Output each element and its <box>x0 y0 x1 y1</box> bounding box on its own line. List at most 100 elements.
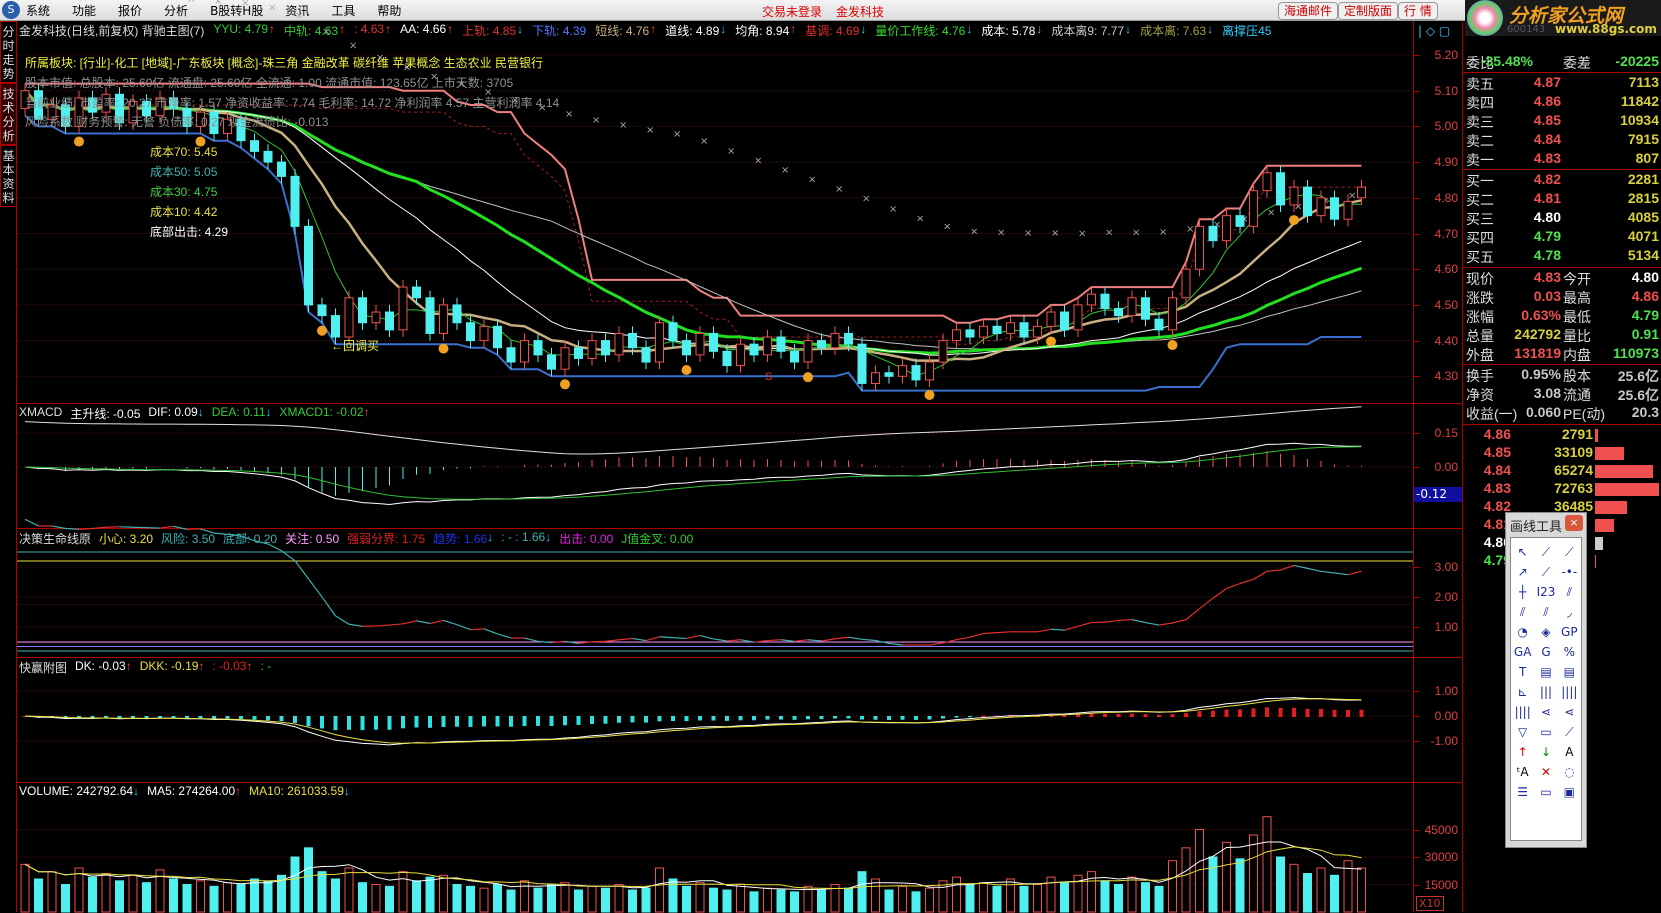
draw-tool-icon[interactable]: G <box>1534 642 1557 662</box>
volume-bar <box>332 879 340 912</box>
draw-tool-icon[interactable]: ▭ <box>1534 722 1557 742</box>
draw-tool-icon[interactable]: ◈ <box>1534 622 1557 642</box>
tab-fundamentals[interactable]: 基本资料 <box>0 145 17 207</box>
draw-tool-icon[interactable]: ⊾ <box>1511 682 1534 702</box>
label: 最高 <box>1563 288 1591 308</box>
decision-line-segment <box>1267 570 1281 571</box>
candle-body <box>629 333 637 347</box>
draw-tool-icon[interactable]: ↗ <box>1511 562 1534 582</box>
draw-tool-icon[interactable]: ▭ <box>1534 782 1557 802</box>
draw-tool-icon[interactable]: ⫽ <box>1534 602 1557 622</box>
menu-help[interactable]: 帮助 <box>377 2 401 19</box>
volume-panel[interactable]: VOLUME: 242792.64↓MA5: 274264.00↑MA10: 2… <box>17 782 1413 912</box>
decision-line-segment <box>889 643 903 645</box>
price: 4.79 <box>1534 228 1561 244</box>
draw-tool-icon[interactable]: ┼ <box>1511 582 1534 602</box>
draw-tool-icon[interactable]: A <box>1558 742 1581 762</box>
volume-chart[interactable] <box>17 783 1413 913</box>
price-volume-row: 4.8533109 <box>1463 444 1661 463</box>
draw-tool-icon[interactable]: ⋖ <box>1558 702 1581 722</box>
draw-tool-icon[interactable]: ▣ <box>1558 782 1581 802</box>
draw-tool-icon[interactable]: ⫽ <box>1558 582 1581 602</box>
draw-tool-icon[interactable]: ▤ <box>1558 662 1581 682</box>
draw-tool-icon[interactable]: ↑ <box>1511 742 1534 762</box>
volume-axis: X10 450003000015000 <box>1413 782 1463 912</box>
decision-line-segment <box>795 640 809 642</box>
volume-share-bar <box>1595 447 1624 460</box>
menu-system[interactable]: 系统 <box>26 2 50 19</box>
drawing-tools-window[interactable]: 画线工具 × ↖⟋⟋↗⟋-•-┼I23⫽⫽⫽◞◔◈GPGAG%T▤▤⊾|||||… <box>1505 512 1587 848</box>
custom-layout-button[interactable]: 定制版面 <box>1338 2 1398 20</box>
xmacd-panel[interactable]: XMACD主升线: -0.05DIF: 0.09↓DEA: 0.11↓XMACD… <box>17 403 1413 528</box>
candle-body <box>440 305 448 334</box>
volume-bar <box>1034 885 1042 913</box>
buy-signal-icon <box>560 379 570 389</box>
kuaiying-chart[interactable] <box>17 658 1413 783</box>
mail-button[interactable]: 海通邮件 <box>1278 2 1338 20</box>
draw-tool-icon[interactable]: ᵗA <box>1511 762 1534 782</box>
draw-tool-icon[interactable]: ▤ <box>1534 662 1557 682</box>
draw-tool-icon[interactable]: ▽ <box>1511 722 1534 742</box>
draw-tool-icon[interactable]: ||| <box>1534 682 1557 702</box>
volume: 2281 <box>1628 171 1659 187</box>
label: 股本 <box>1563 366 1591 386</box>
draw-tool-icon[interactable]: % <box>1558 642 1581 662</box>
kuaiying-bar <box>793 716 797 720</box>
draw-tool-icon[interactable]: I23 <box>1534 582 1557 602</box>
candle-body <box>993 326 1001 333</box>
candle-body <box>372 312 380 323</box>
draw-tool-icon[interactable]: GP <box>1558 622 1581 642</box>
menu-quote[interactable]: 报价 <box>118 2 142 19</box>
sector-info: 所属板块: [行业]-化工 [地域]-广东板块 [概念]-珠三角 金融改革 碳纤… <box>25 54 543 71</box>
draw-tool-icon[interactable]: ⟋ <box>1534 542 1557 562</box>
draw-tool-icon[interactable]: ↖ <box>1511 542 1534 562</box>
draw-tool-icon[interactable]: ⟋ <box>1534 562 1557 582</box>
axis-tick <box>1414 627 1420 628</box>
draw-tool-icon[interactable]: ◌ <box>1558 762 1581 782</box>
draw-tool-icon[interactable]: ⟋ <box>1558 722 1581 742</box>
draw-tool-icon[interactable]: ↓ <box>1534 742 1557 762</box>
menu-analysis[interactable]: 分析 <box>164 2 188 19</box>
market-button[interactable]: 行 情 <box>1398 2 1438 20</box>
draw-tool-icon[interactable]: T <box>1511 662 1534 682</box>
decision-line-segment <box>444 620 458 624</box>
x-mark: × <box>214 0 222 7</box>
decision-chart[interactable] <box>17 529 1413 658</box>
dea-line <box>25 447 1362 500</box>
kuaiying-panel[interactable]: 快赢附图DK: -0.03↑DKK: -0.19↑: -0.03↑: - <box>17 657 1413 782</box>
draw-tool-icon[interactable]: ◞ <box>1558 602 1581 622</box>
app-logo-icon: S <box>2 1 20 19</box>
candle-body <box>1155 319 1163 330</box>
risk-info: 风险系数 财务预警: 无警 负债率: 0.27 现金流债比: -0.013 <box>25 113 328 130</box>
draw-tool-icon[interactable]: -•- <box>1558 562 1581 582</box>
menu-function[interactable]: 功能 <box>72 2 96 19</box>
draw-tool-icon[interactable]: ☰ <box>1511 782 1534 802</box>
draw-tool-icon[interactable]: ⫽ <box>1511 602 1534 622</box>
draw-tool-icon[interactable]: |||| <box>1558 682 1581 702</box>
close-icon[interactable]: × <box>1565 515 1583 531</box>
decision-panel[interactable]: 决策生命线原小心: 3.20风险: 3.50底部: 0.20关注: 0.50强弱… <box>17 528 1413 657</box>
candle-body <box>656 323 664 362</box>
main-chart-panel[interactable]: 金发科技(日线,前复权) 背驰主图(7) YYU: 4.79↑中轨: 4.63↑… <box>17 21 1413 403</box>
drawing-tools-titlebar[interactable]: 画线工具 × <box>1506 513 1586 535</box>
decision-line-segment <box>471 629 485 630</box>
menu-tools[interactable]: 工具 <box>331 2 355 19</box>
candle-body <box>1047 312 1055 326</box>
volume-bar <box>75 868 83 912</box>
draw-tool-icon[interactable]: |||| <box>1511 702 1534 722</box>
kuaiying-bar <box>1211 711 1215 717</box>
draw-tool-icon[interactable]: ⟋ <box>1558 542 1581 562</box>
axis-tick-label: 4.70 <box>1435 227 1458 241</box>
tab-technical[interactable]: 技术分析 <box>0 83 17 145</box>
trade-status[interactable]: 交易未登录 <box>762 3 822 20</box>
buy-signal-icon <box>1168 340 1178 350</box>
tab-intraday[interactable]: 分时走势 <box>0 21 17 83</box>
draw-tool-icon[interactable]: GA <box>1511 642 1534 662</box>
candle-body <box>1074 305 1082 330</box>
draw-tool-icon[interactable]: ⋖ <box>1534 702 1557 722</box>
arrow-down-icon: ↓ <box>860 22 866 39</box>
candle-body <box>480 326 488 340</box>
draw-tool-icon[interactable]: ✕ <box>1534 762 1557 782</box>
xmacd-chart[interactable] <box>17 404 1413 529</box>
draw-tool-icon[interactable]: ◔ <box>1511 622 1534 642</box>
